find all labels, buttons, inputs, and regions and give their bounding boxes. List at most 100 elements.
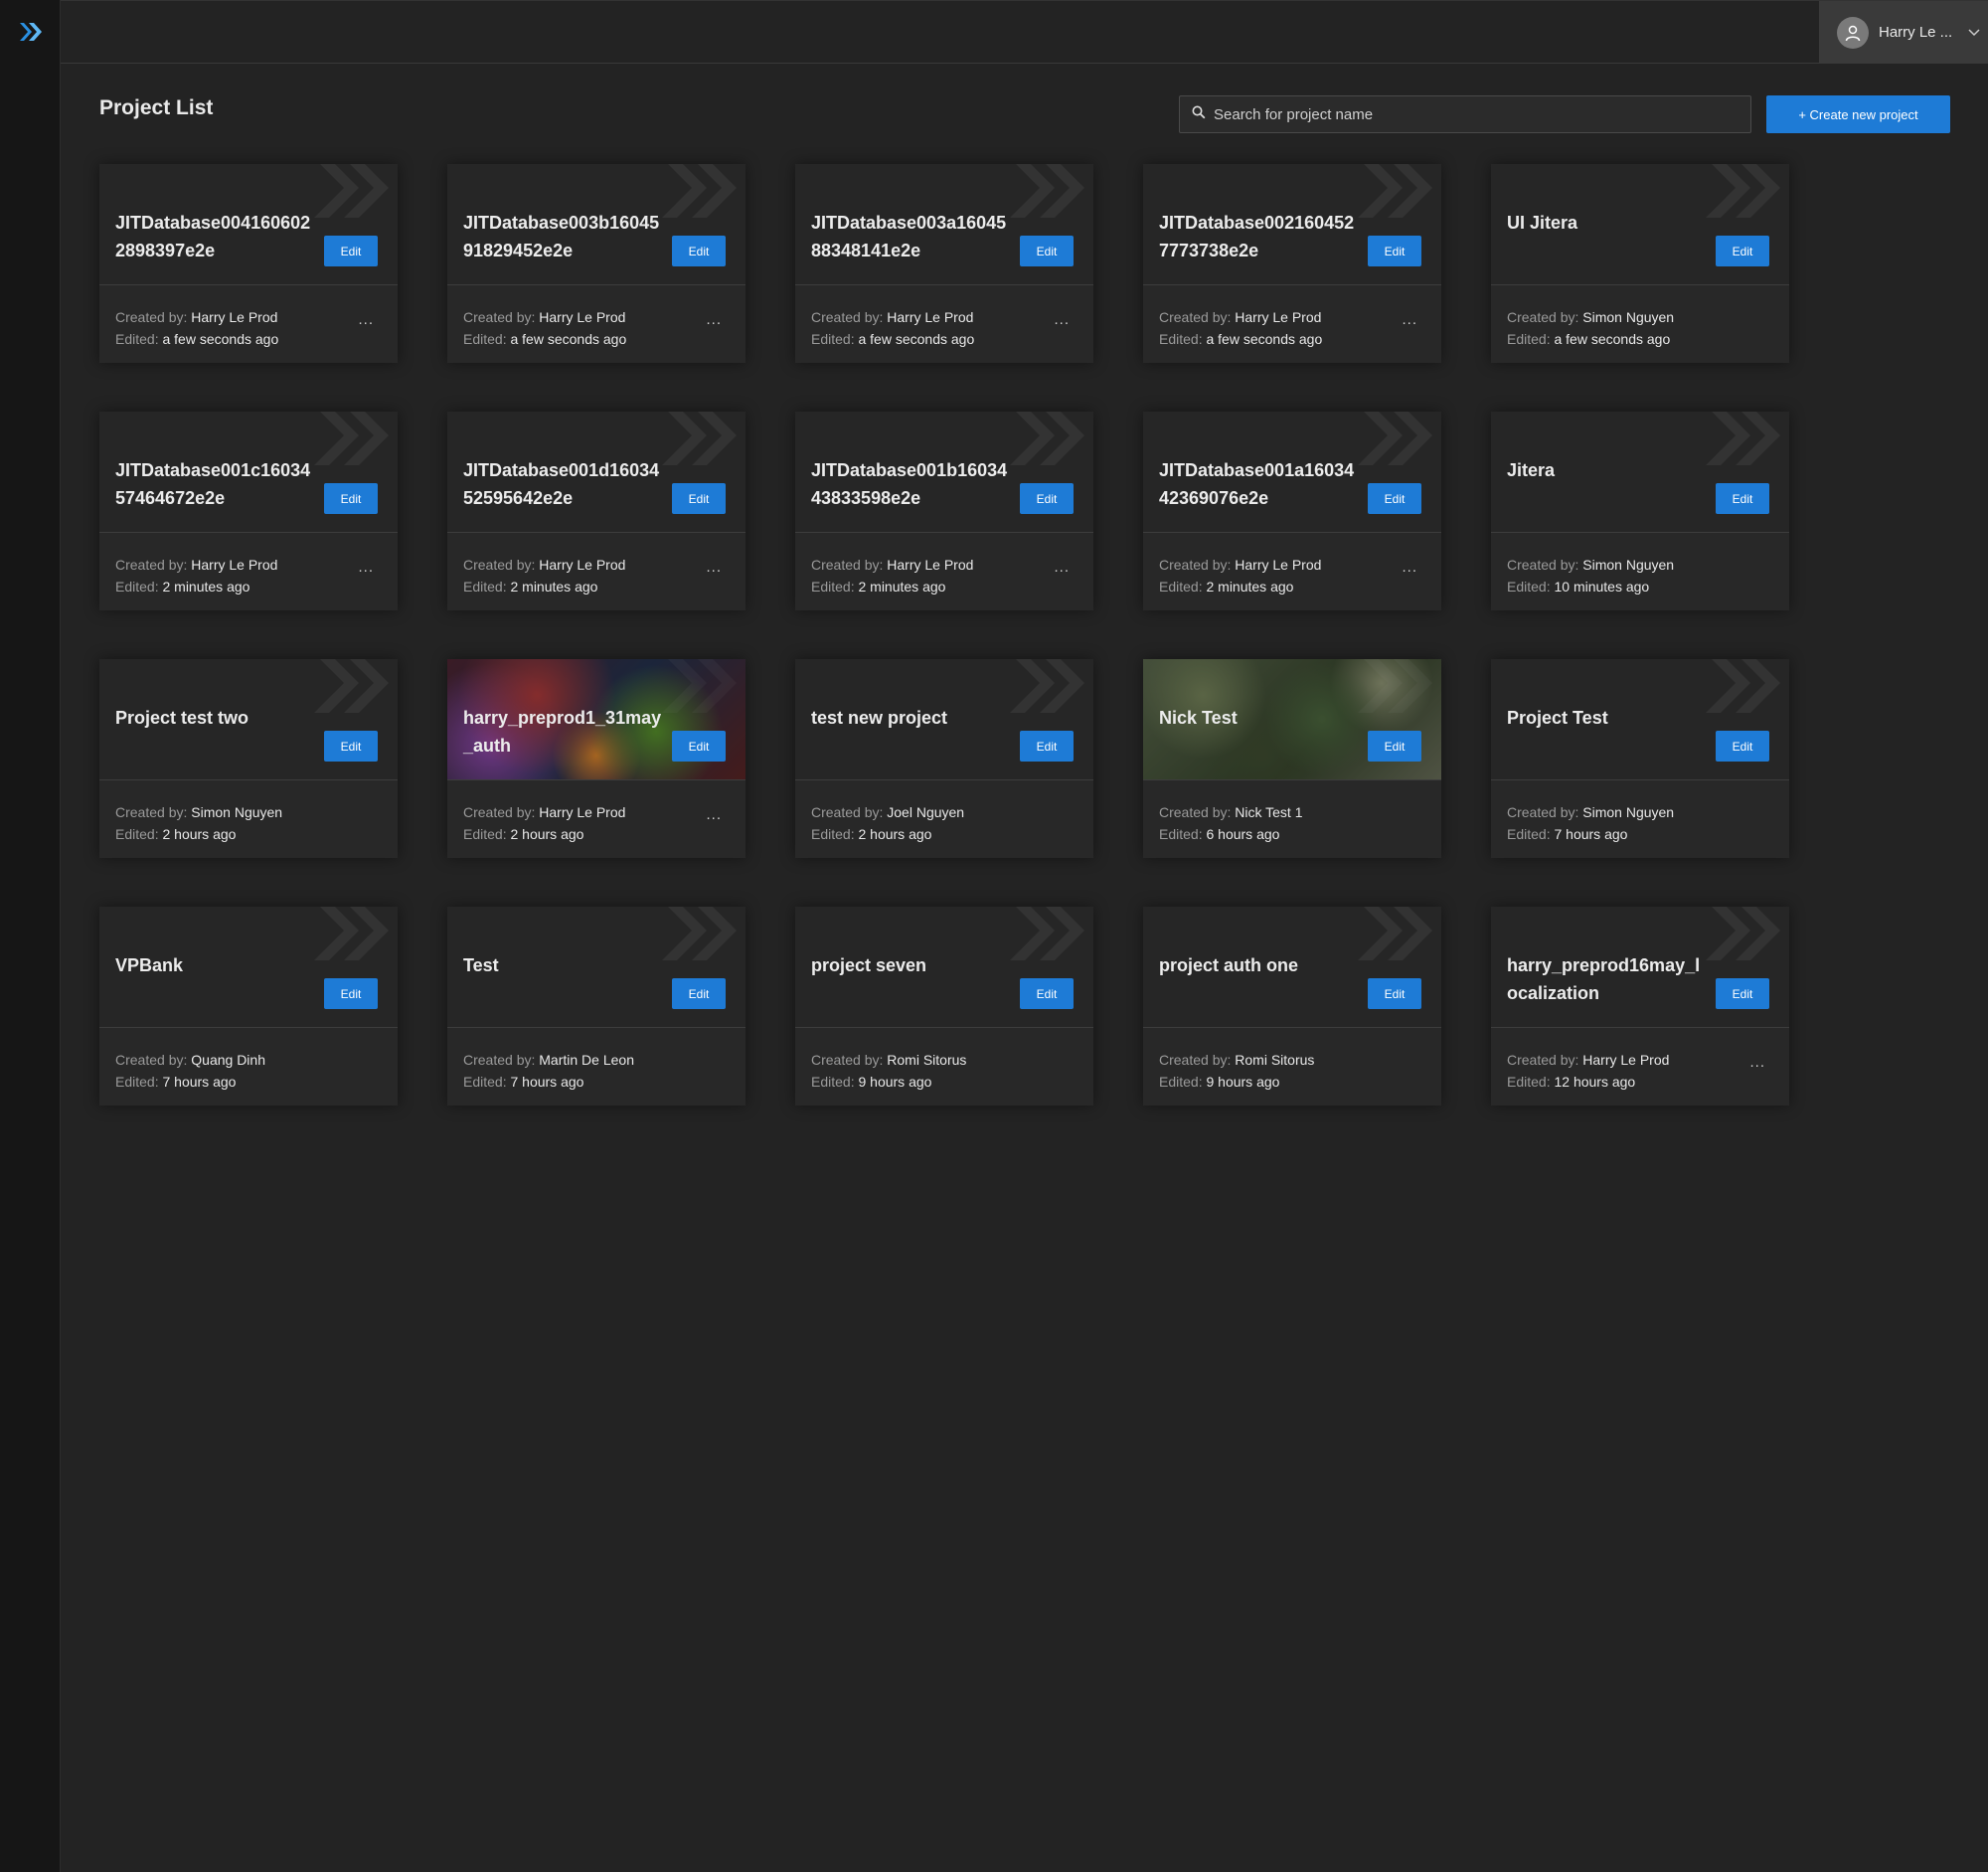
creator-name: Romi Sitorus	[1235, 1052, 1315, 1068]
project-name: JITDatabase003a1604588348141e2e	[811, 213, 1007, 260]
more-options-button[interactable]: ...	[1054, 311, 1070, 328]
edit-button[interactable]: Edit	[1020, 731, 1074, 762]
edited-label: Edited:	[1507, 1074, 1551, 1090]
more-options-button[interactable]: ...	[358, 311, 374, 328]
card-meta: Created by: Simon Nguyen Edited: 7 hours…	[1507, 801, 1674, 845]
more-options-button[interactable]: ...	[1402, 311, 1417, 328]
edit-button[interactable]: Edit	[1020, 236, 1074, 266]
edited-label: Edited:	[811, 579, 855, 595]
created-by-label: Created by:	[463, 557, 536, 573]
project-card[interactable]: Project test two Edit Created by: Simon …	[99, 659, 398, 858]
edit-button[interactable]: Edit	[324, 483, 378, 514]
project-card[interactable]: UI Jitera Edit Created by: Simon Nguyen …	[1491, 164, 1789, 363]
more-options-button[interactable]: ...	[1402, 559, 1417, 576]
created-by-label: Created by:	[811, 557, 884, 573]
card-header: Test Edit	[447, 907, 746, 1028]
edit-button[interactable]: Edit	[324, 731, 378, 762]
project-card[interactable]: JITDatabase0021604527773738e2e Edit Crea…	[1143, 164, 1441, 363]
project-card[interactable]: JITDatabase001c1603457464672e2e Edit Cre…	[99, 412, 398, 610]
project-card[interactable]: JITDatabase001a1603442369076e2e Edit Cre…	[1143, 412, 1441, 610]
edit-button[interactable]: Edit	[1716, 731, 1769, 762]
created-by-label: Created by:	[115, 309, 188, 325]
edit-button[interactable]: Edit	[672, 236, 726, 266]
edit-button[interactable]: Edit	[672, 483, 726, 514]
edit-button[interactable]: Edit	[1368, 731, 1421, 762]
created-by-label: Created by:	[1159, 804, 1232, 820]
project-card[interactable]: VPBank Edit Created by: Quang Dinh Edite…	[99, 907, 398, 1106]
search-icon	[1192, 105, 1206, 124]
user-menu[interactable]: Harry Le ...	[1819, 1, 1988, 64]
decorative-logo-icon	[662, 907, 737, 960]
edit-button[interactable]: Edit	[672, 978, 726, 1009]
edit-button[interactable]: Edit	[324, 978, 378, 1009]
edit-button[interactable]: Edit	[1368, 483, 1421, 514]
user-avatar-icon	[1837, 16, 1869, 49]
edited-label: Edited:	[811, 826, 855, 842]
project-card[interactable]: JITDatabase003a1604588348141e2e Edit Cre…	[795, 164, 1093, 363]
project-card[interactable]: Jitera Edit Created by: Simon Nguyen Edi…	[1491, 412, 1789, 610]
project-name: Project Test	[1507, 708, 1608, 728]
project-card[interactable]: JITDatabase0041606022898397e2e Edit Crea…	[99, 164, 398, 363]
edit-button[interactable]: Edit	[1368, 978, 1421, 1009]
project-card[interactable]: JITDatabase001b1603443833598e2e Edit Cre…	[795, 412, 1093, 610]
card-header: JITDatabase0021604527773738e2e Edit	[1143, 164, 1441, 285]
card-header: JITDatabase003b1604591829452e2e Edit	[447, 164, 746, 285]
created-by-label: Created by:	[463, 1052, 536, 1068]
edit-button[interactable]: Edit	[1020, 978, 1074, 1009]
edit-button[interactable]: Edit	[1020, 483, 1074, 514]
user-name: Harry Le ...	[1879, 24, 1953, 41]
card-meta: Created by: Harry Le Prod Edited: 2 minu…	[811, 554, 973, 597]
project-name: project auth one	[1159, 955, 1299, 975]
edited-time: a few seconds ago	[510, 331, 627, 347]
project-card[interactable]: Nick Test Edit Created by: Nick Test 1 E…	[1143, 659, 1441, 858]
app-logo-icon[interactable]	[17, 18, 45, 46]
project-card[interactable]: harry_preprod1_31may_auth Edit Created b…	[447, 659, 746, 858]
creator-name: Quang Dinh	[191, 1052, 265, 1068]
decorative-logo-icon	[314, 164, 389, 218]
card-header: Jitera Edit	[1491, 412, 1789, 533]
edited-label: Edited:	[115, 826, 159, 842]
edited-time: 10 minutes ago	[1554, 579, 1650, 595]
project-name: Test	[463, 955, 499, 975]
project-card[interactable]: JITDatabase003b1604591829452e2e Edit Cre…	[447, 164, 746, 363]
project-card[interactable]: project auth one Edit Created by: Romi S…	[1143, 907, 1441, 1106]
decorative-logo-icon	[1010, 164, 1084, 218]
edit-button[interactable]: Edit	[324, 236, 378, 266]
more-options-button[interactable]: ...	[358, 559, 374, 576]
more-options-button[interactable]: ...	[706, 559, 722, 576]
more-options-button[interactable]: ...	[706, 806, 722, 823]
edit-button[interactable]: Edit	[672, 731, 726, 762]
more-options-button[interactable]: ...	[706, 311, 722, 328]
card-header: JITDatabase001a1603442369076e2e Edit	[1143, 412, 1441, 533]
create-project-button[interactable]: + Create new project	[1766, 95, 1950, 133]
card-header: UI Jitera Edit	[1491, 164, 1789, 285]
project-card[interactable]: Project Test Edit Created by: Simon Nguy…	[1491, 659, 1789, 858]
search-box[interactable]	[1179, 95, 1751, 133]
card-meta: Created by: Romi Sitorus Edited: 9 hours…	[811, 1049, 966, 1093]
edit-button[interactable]: Edit	[1716, 236, 1769, 266]
search-input[interactable]	[1214, 105, 1731, 123]
decorative-logo-icon	[314, 907, 389, 960]
edited-time: 6 hours ago	[1206, 826, 1280, 842]
edited-label: Edited:	[1159, 331, 1203, 347]
creator-name: Simon Nguyen	[1582, 557, 1675, 573]
project-card[interactable]: project seven Edit Created by: Romi Sito…	[795, 907, 1093, 1106]
card-meta: Created by: Harry Le Prod Edited: 2 minu…	[463, 554, 625, 597]
page-title: Project List	[99, 96, 214, 119]
decorative-logo-icon	[1010, 412, 1084, 465]
project-card[interactable]: harry_preprod16may_localization Edit Cre…	[1491, 907, 1789, 1106]
edit-button[interactable]: Edit	[1368, 236, 1421, 266]
edit-button[interactable]: Edit	[1716, 483, 1769, 514]
edited-time: 7 hours ago	[1554, 826, 1628, 842]
project-card[interactable]: test new project Edit Created by: Joel N…	[795, 659, 1093, 858]
project-card[interactable]: JITDatabase001d1603452595642e2e Edit Cre…	[447, 412, 746, 610]
project-name: JITDatabase0041606022898397e2e	[115, 213, 311, 260]
more-options-button[interactable]: ...	[1054, 559, 1070, 576]
card-meta: Created by: Joel Nguyen Edited: 2 hours …	[811, 801, 964, 845]
project-card[interactable]: Test Edit Created by: Martin De Leon Edi…	[447, 907, 746, 1106]
edit-button[interactable]: Edit	[1716, 978, 1769, 1009]
card-meta: Created by: Quang Dinh Edited: 7 hours a…	[115, 1049, 265, 1093]
created-by-label: Created by:	[463, 804, 536, 820]
more-options-button[interactable]: ...	[1749, 1054, 1765, 1071]
chevron-down-icon	[1968, 24, 1980, 42]
